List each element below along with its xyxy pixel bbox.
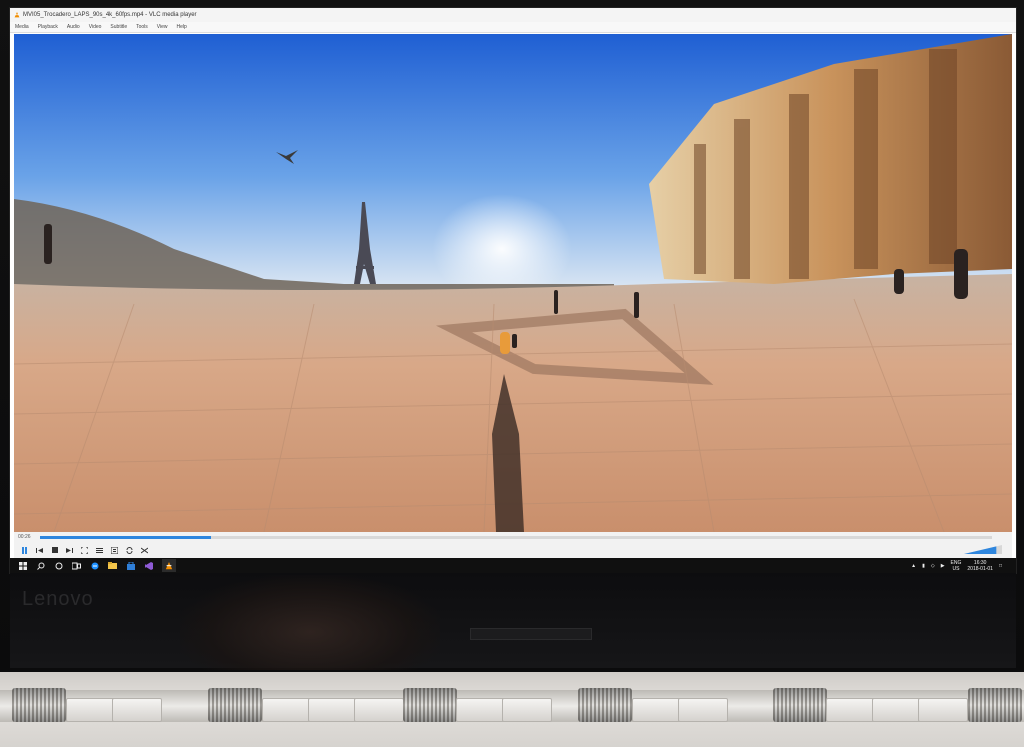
hinge-segment	[632, 698, 682, 722]
next-button[interactable]	[65, 546, 74, 555]
bluetooth-icon[interactable]: ▲	[911, 563, 916, 569]
video-frame[interactable]	[14, 34, 1012, 532]
menu-media[interactable]: Media	[15, 24, 29, 30]
player-controls	[14, 542, 1012, 558]
hinge-segment	[678, 698, 728, 722]
window-titlebar[interactable]: MVI05_Trocadero_LAPS_90s_4k_60fps.mp4 - …	[10, 8, 1016, 22]
windows-start-icon[interactable]	[18, 561, 27, 570]
shuffle-icon	[141, 547, 148, 553]
stop-button[interactable]	[50, 546, 59, 555]
hinge-segment	[826, 698, 876, 722]
menu-view[interactable]: View	[157, 24, 168, 30]
watchband-hinge	[208, 688, 262, 722]
fullscreen-button[interactable]	[80, 546, 89, 555]
notification-icon[interactable]: □	[999, 563, 1002, 569]
seek-row: 00:26	[14, 532, 1012, 542]
video-scene	[14, 34, 1012, 532]
seek-bar[interactable]	[40, 535, 992, 539]
hinge-segment	[456, 698, 506, 722]
hinge-segment	[354, 698, 404, 722]
elapsed-time: 00:26	[18, 534, 31, 540]
hinge-segment	[872, 698, 922, 722]
volume-slider[interactable]	[964, 545, 1002, 554]
previous-button[interactable]	[35, 546, 44, 555]
network-icon[interactable]: ◇	[931, 563, 935, 569]
vlc-icon	[165, 561, 173, 569]
hinge-segment	[262, 698, 312, 722]
playlist-button[interactable]	[110, 546, 119, 555]
loop-icon	[126, 546, 133, 554]
language-indicator[interactable]: ENG US	[951, 560, 962, 572]
vlc-icon	[14, 12, 20, 18]
hinge-segment	[918, 698, 968, 722]
file-explorer-icon[interactable]	[108, 561, 117, 570]
menu-subtitle[interactable]: Subtitle	[110, 24, 127, 30]
bezel-label	[470, 628, 592, 640]
loop-button[interactable]	[125, 546, 134, 555]
stop-icon	[51, 547, 58, 553]
edge-icon[interactable]	[90, 561, 99, 570]
battery-icon[interactable]: ▮	[922, 563, 925, 569]
cortana-icon[interactable]	[54, 561, 63, 570]
watchband-hinge	[773, 688, 827, 722]
menu-video[interactable]: Video	[89, 24, 102, 30]
window-title: MVI05_Trocadero_LAPS_90s_4k_60fps.mp4 - …	[23, 12, 197, 18]
menu-audio[interactable]: Audio	[67, 24, 80, 30]
lower-bezel	[10, 573, 1016, 668]
visual-studio-icon[interactable]	[144, 561, 153, 570]
hinge-segment	[308, 698, 358, 722]
menu-bar: Media Playback Audio Video Subtitle Tool…	[10, 22, 1016, 33]
skip-forward-icon	[66, 547, 73, 553]
hinge-segment	[502, 698, 552, 722]
equalizer-icon	[96, 547, 103, 553]
menu-help[interactable]: Help	[177, 24, 187, 30]
screen: MVI05_Trocadero_LAPS_90s_4k_60fps.mp4 - …	[10, 8, 1016, 573]
watchband-hinge	[403, 688, 457, 722]
store-icon[interactable]	[126, 561, 135, 570]
clock[interactable]: 16:30 2018-01-01	[967, 560, 993, 572]
search-icon[interactable]	[36, 561, 45, 570]
skip-back-icon	[36, 547, 43, 553]
pause-icon	[22, 546, 27, 554]
hinge-segment	[66, 698, 116, 722]
pause-button[interactable]	[20, 546, 29, 555]
watchband-hinge	[12, 688, 66, 722]
windows-taskbar: ▲ ▮ ◇ ▶ ENG US 16:30 2018-01-01 □	[10, 558, 1016, 573]
brand-logo: Lenovo	[22, 588, 94, 610]
shuffle-button[interactable]	[140, 546, 149, 555]
clock-date: 2018-01-01	[967, 566, 993, 572]
menu-playback[interactable]: Playback	[38, 24, 58, 30]
task-view-icon[interactable]	[72, 561, 81, 570]
watchband-hinge	[578, 688, 632, 722]
seek-progress	[40, 535, 212, 539]
hand-reflection	[180, 575, 440, 670]
menu-tools[interactable]: Tools	[136, 24, 148, 30]
fullscreen-icon	[81, 546, 88, 554]
system-tray: ▲ ▮ ◇ ▶ ENG US 16:30 2018-01-01 □	[911, 560, 1002, 572]
playlist-icon	[111, 546, 118, 554]
volume-icon[interactable]: ▶	[941, 563, 945, 569]
hinge-segment	[112, 698, 162, 722]
keyboard-layout: US	[952, 566, 960, 572]
watchband-hinge	[968, 688, 1022, 722]
extended-settings-button[interactable]	[95, 546, 104, 555]
vlc-taskbar-icon[interactable]	[162, 559, 176, 572]
